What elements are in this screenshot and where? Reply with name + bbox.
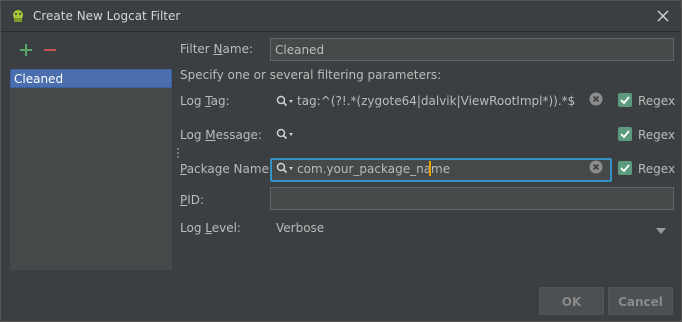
log-tag-regex-label: Regex — [638, 94, 676, 108]
filter-hint-text: Specify one or several filtering paramet… — [180, 68, 442, 82]
log-level-label: Log Level: — [180, 221, 241, 235]
chevron-down-icon[interactable] — [656, 224, 666, 234]
pid-label: PID: — [180, 193, 205, 207]
window-title: Create New Logcat Filter — [33, 9, 181, 23]
filter-list-item[interactable]: Cleaned — [10, 69, 172, 88]
title-bar: Create New Logcat Filter — [1, 1, 681, 32]
package-name-input[interactable]: com.your_package_name — [297, 162, 450, 176]
log-tag-input[interactable]: tag:^(?!.*(zygote64|dalvik|ViewRootImpl*… — [297, 94, 575, 108]
package-name-regex-checkbox[interactable] — [618, 161, 632, 175]
splitter-handle[interactable] — [176, 146, 180, 162]
search-icon[interactable] — [276, 128, 294, 140]
filter-name-field[interactable]: Cleaned — [270, 38, 674, 61]
cancel-button[interactable]: Cancel — [608, 287, 673, 315]
text-caret — [429, 161, 431, 176]
clear-icon[interactable] — [589, 160, 603, 174]
package-name-label: Package Name: — [180, 162, 274, 176]
search-icon[interactable] — [276, 162, 294, 174]
package-name-regex-label: Regex — [638, 162, 676, 176]
add-filter-icon[interactable] — [18, 42, 34, 58]
filter-name-label: Filter Name: — [180, 42, 253, 56]
ok-button[interactable]: OK — [539, 287, 604, 315]
clear-icon[interactable] — [589, 92, 603, 106]
log-message-regex-checkbox[interactable] — [618, 127, 632, 141]
search-icon[interactable] — [276, 95, 294, 107]
remove-filter-icon[interactable] — [42, 42, 58, 58]
log-message-regex-label: Regex — [638, 128, 676, 142]
pid-field[interactable] — [270, 187, 674, 210]
android-icon — [11, 9, 25, 23]
log-level-select[interactable]: Verbose — [276, 221, 324, 235]
log-tag-label: Log Tag: — [180, 94, 230, 108]
log-message-label: Log Message: — [180, 128, 262, 142]
filter-list: Cleaned — [10, 69, 172, 270]
log-tag-regex-checkbox[interactable] — [618, 93, 632, 107]
close-icon[interactable] — [653, 6, 673, 26]
